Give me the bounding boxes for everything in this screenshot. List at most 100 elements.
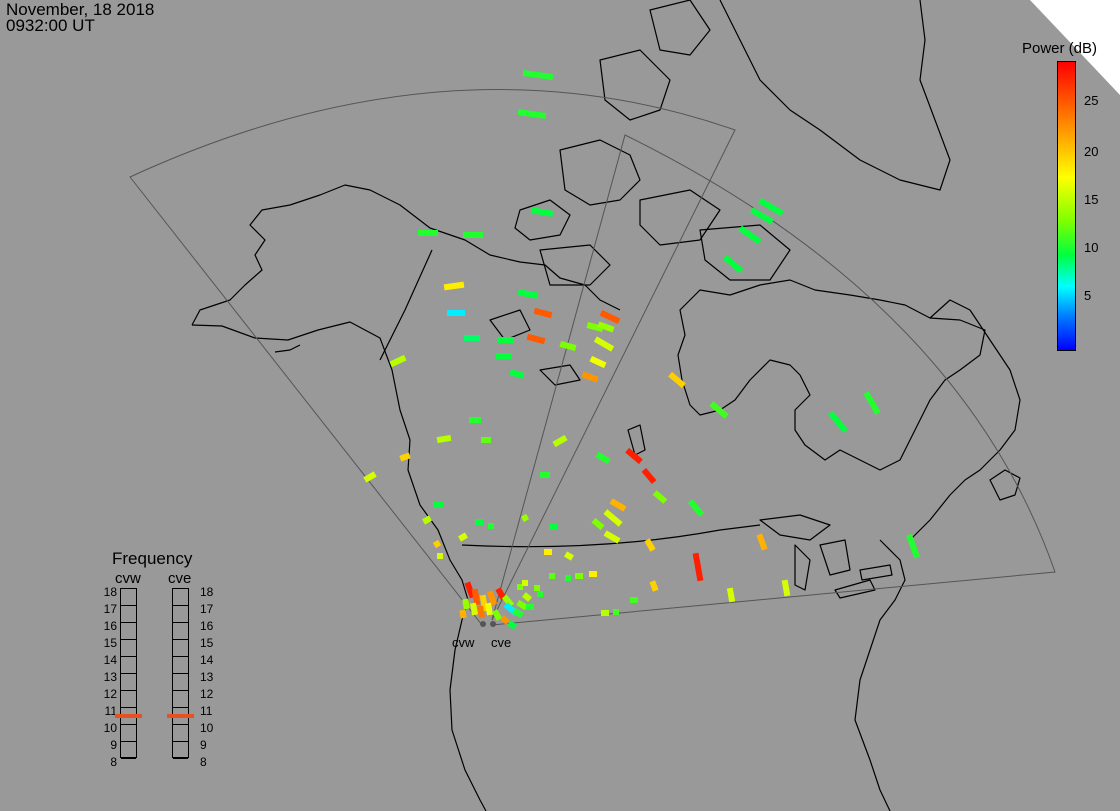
scatter-cell	[500, 615, 510, 625]
scatter-cell	[593, 336, 615, 352]
scatter-cell	[564, 551, 574, 561]
island-1	[559, 139, 641, 206]
frequency-box-cvw	[120, 588, 137, 759]
power-tick-25: 25	[1084, 93, 1099, 108]
frequency-cell	[121, 691, 136, 708]
scatter-cell	[533, 307, 553, 319]
frequency-level-label: 14	[200, 653, 214, 667]
coastline-labrador	[909, 299, 1021, 541]
scatter-cell	[595, 451, 611, 465]
frequency-level-label: 9	[110, 738, 117, 752]
frequency-col-cve: cve	[168, 570, 192, 587]
site-label-cvw: cvw	[452, 635, 475, 650]
fov-cvw	[129, 89, 736, 626]
scatter-cell	[581, 371, 599, 383]
coastline-east-us	[854, 539, 906, 811]
scatter-cell	[599, 310, 621, 324]
lake-ontario	[859, 564, 893, 581]
scatter-cell	[726, 587, 736, 603]
scatter-cell	[436, 434, 452, 444]
scatter-cell	[738, 225, 762, 245]
power-colorbar	[1057, 61, 1076, 351]
frequency-cell	[121, 640, 136, 657]
frequency-level-label: 10	[103, 721, 117, 735]
scatter-cell	[459, 609, 467, 619]
frequency-level-label: 9	[200, 738, 207, 752]
frequency-level-label: 15	[200, 636, 214, 650]
frequency-level-label: 13	[200, 670, 214, 684]
frequency-col-cvw: cvw	[115, 570, 141, 587]
frequency-level-label: 16	[103, 619, 117, 633]
scatter-cell	[522, 69, 554, 81]
time-label: 0932:00 UT	[6, 16, 95, 35]
coastline-alaska-north	[191, 184, 621, 326]
frequency-cell	[121, 589, 136, 606]
lake-great-slave	[539, 364, 581, 386]
scatter-cell	[609, 498, 627, 512]
frequency-level-label: 12	[200, 687, 214, 701]
frequency-level-label: 16	[200, 619, 214, 633]
scatter-cell	[603, 509, 623, 527]
frequency-cell	[173, 674, 188, 691]
scatter-cell	[443, 281, 465, 291]
scatter-cell	[520, 513, 530, 523]
scatter-cell	[552, 434, 568, 448]
scatter-cell	[526, 333, 546, 345]
scatter-cell	[363, 471, 377, 483]
alaska-canada-border	[379, 249, 433, 361]
island-2	[514, 199, 571, 241]
frequency-cell	[173, 623, 188, 640]
radar-map	[129, 0, 1120, 811]
scatter-cell	[756, 533, 768, 551]
power-tick-15: 15	[1084, 192, 1099, 207]
scatter-cell	[559, 341, 577, 351]
frequency-level-label: 18	[103, 585, 117, 599]
frequency-cell	[173, 640, 188, 657]
frequency-level-label: 17	[200, 602, 214, 616]
frequency-level-label: 14	[103, 653, 117, 667]
coastline-newfoundland	[989, 469, 1021, 501]
scatter-cell	[491, 609, 503, 621]
frequency-level-label: 13	[103, 670, 117, 684]
scatter-cell	[652, 490, 668, 504]
scatter-cell	[709, 401, 729, 419]
scatter-cell	[522, 592, 532, 602]
frequency-level-label: 10	[200, 721, 214, 735]
scatter-cell	[530, 207, 554, 217]
scatter-cell	[781, 579, 791, 597]
island-7	[649, 0, 711, 56]
site-marker-cvw	[480, 621, 486, 627]
backscatter-cells	[363, 69, 920, 630]
scatter-cell	[906, 533, 920, 559]
frequency-level-label: 8	[200, 755, 207, 769]
coastline-west	[191, 321, 487, 811]
frequency-level-label: 18	[200, 585, 214, 599]
site-marker-cve	[490, 621, 496, 627]
frequency-level-label: 17	[103, 602, 117, 616]
scatter-cell	[827, 410, 849, 434]
site-label-cve: cve	[491, 635, 512, 650]
frequency-level-label: 11	[200, 704, 213, 718]
power-tick-10: 10	[1084, 240, 1099, 255]
scatter-cell	[692, 552, 704, 582]
scatter-cell	[591, 517, 605, 531]
frequency-cell	[121, 657, 136, 674]
lake-superior	[759, 514, 831, 541]
frequency-cell	[173, 742, 188, 759]
frequency-cell	[173, 725, 188, 742]
scatter-cell	[649, 580, 659, 592]
frequency-cell	[121, 623, 136, 640]
island-3	[599, 49, 671, 121]
coastline-greenland	[719, 0, 951, 191]
frequency-level-label: 8	[110, 755, 117, 769]
island-8	[489, 309, 531, 341]
lake-huron	[819, 539, 851, 576]
scatter-cell	[603, 530, 621, 544]
frequency-cell	[173, 589, 188, 606]
scatter-cell	[462, 598, 470, 610]
scatter-cell	[509, 369, 525, 379]
scatter-cell	[641, 467, 657, 485]
frequency-cell	[121, 674, 136, 691]
lake-michigan	[794, 544, 811, 591]
scatter-cell	[507, 620, 517, 630]
